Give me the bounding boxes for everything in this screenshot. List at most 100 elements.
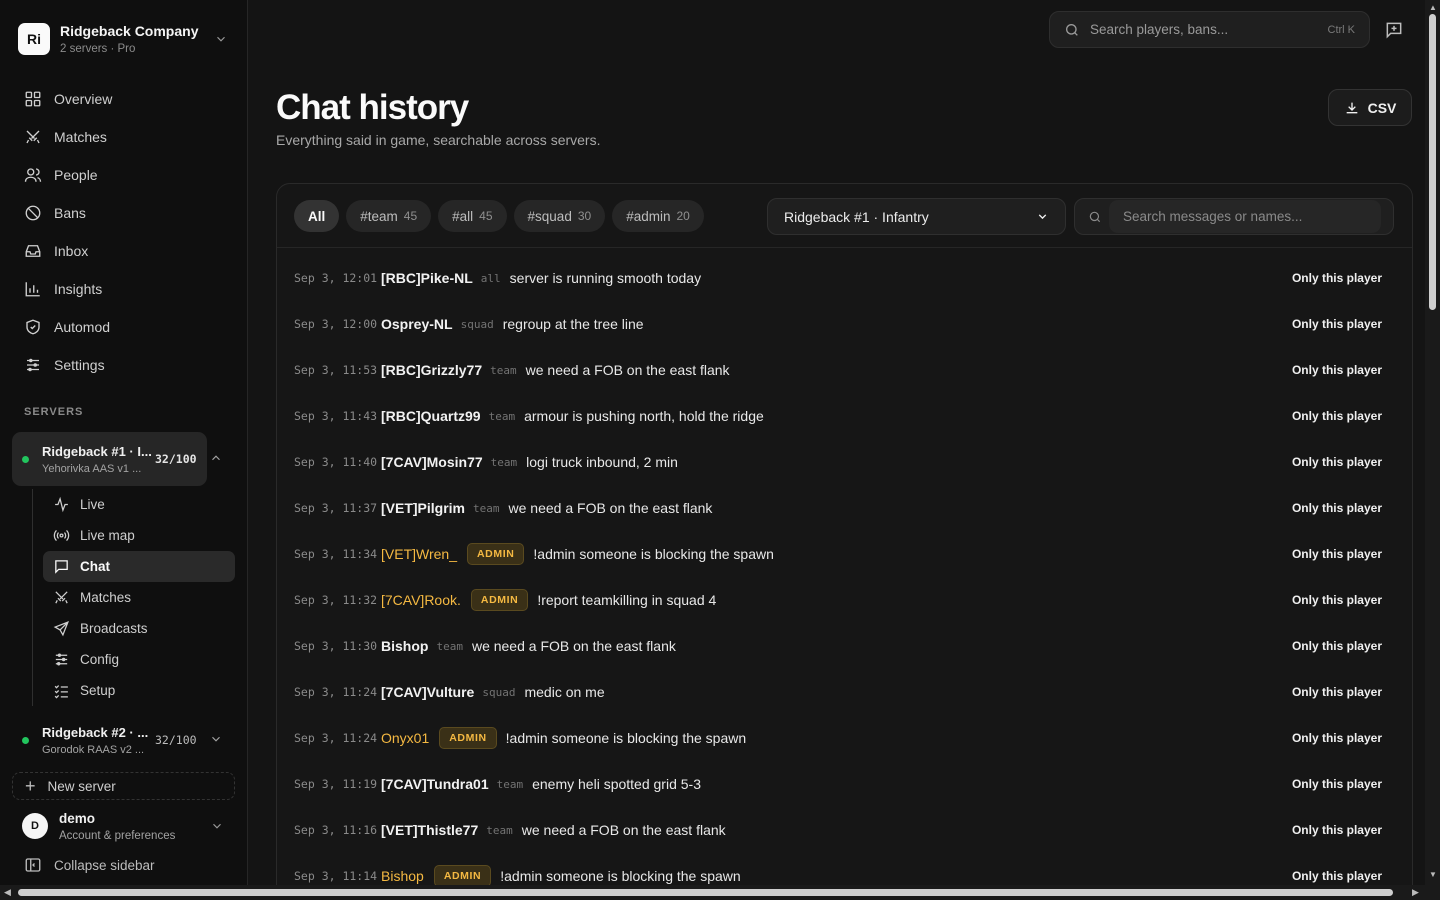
only-this-player-button[interactable]: Only this player: [1292, 823, 1382, 837]
scroll-down-arrow[interactable]: ▼: [1429, 870, 1437, 879]
nav-automod[interactable]: Automod: [12, 308, 236, 346]
user-menu[interactable]: D demo Account & preferences: [12, 806, 236, 846]
only-this-player-button[interactable]: Only this player: [1292, 363, 1382, 377]
subnav-live[interactable]: Live: [43, 489, 235, 520]
only-this-player-button[interactable]: Only this player: [1292, 869, 1382, 883]
admin-badge: ADMIN: [467, 543, 525, 565]
server-name: Ridgeback #1 · I...: [42, 443, 152, 459]
scroll-thumb[interactable]: [1429, 14, 1436, 310]
chip-label: #squad: [527, 208, 572, 224]
subnav-label: Live: [80, 497, 105, 512]
org-plan: 2 servers · Pro: [60, 43, 136, 55]
collapse-sidebar-button[interactable]: Collapse sidebar: [24, 856, 155, 874]
subnav-broadcasts[interactable]: Broadcasts: [43, 613, 235, 644]
only-this-player-button[interactable]: Only this player: [1292, 547, 1382, 561]
player-name-link[interactable]: [VET]Thistle77: [381, 822, 478, 838]
server-map: Gorodok RAAS v2 ...: [42, 743, 145, 756]
chat-message-row: Sep 3, 11:53 [RBC]Grizzly77 team we need a …: [277, 347, 1412, 393]
player-name-link[interactable]: [7CAV]Rook.: [381, 592, 461, 608]
message-text: !admin someone is blocking the spawn: [533, 546, 774, 562]
player-name-link[interactable]: [RBC]Quartz99: [381, 408, 481, 424]
server-ridgeback-2[interactable]: Ridgeback #2 · ... Gorodok RAAS v2 ... 3…: [12, 714, 236, 766]
nav-overview[interactable]: Overview: [12, 80, 236, 118]
only-this-player-button[interactable]: Only this player: [1292, 593, 1382, 607]
chat-message-row: Sep 3, 12:01 [RBC]Pike-NL all server is run…: [277, 255, 1412, 301]
nav-settings[interactable]: Settings: [12, 346, 236, 384]
radio-icon: [53, 530, 70, 541]
chevron-down-icon[interactable]: [208, 817, 226, 835]
vertical-scrollbar[interactable]: ▲ ▼: [1425, 0, 1440, 885]
only-this-player-button[interactable]: Only this player: [1292, 409, 1382, 423]
export-csv-button[interactable]: CSV: [1328, 89, 1412, 126]
only-this-player-button[interactable]: Only this player: [1292, 455, 1382, 469]
chat-message-row: Sep 3, 11:19 [7CAV]Tundra01 team enemy heli…: [277, 761, 1412, 807]
main-nav: Overview Matches People Bans Inbox Insig…: [12, 80, 236, 384]
player-name-link[interactable]: Osprey-NL: [381, 316, 453, 332]
subnav-config[interactable]: Config: [43, 644, 235, 675]
activity-icon: [55, 496, 68, 513]
message-timestamp: Sep 3, 11:24: [294, 731, 378, 745]
subnav-live-map[interactable]: Live map: [43, 520, 235, 551]
channel-tag: team: [486, 823, 513, 837]
only-this-player-button[interactable]: Only this player: [1292, 731, 1382, 745]
chevron-up-icon[interactable]: [209, 451, 225, 468]
org-switcher[interactable]: Ri Ridgeback Company 2 servers · Pro: [12, 12, 236, 66]
only-this-player-button[interactable]: Only this player: [1292, 271, 1382, 285]
server-ridgeback-1[interactable]: Ridgeback #1 · I... Yehorivka AAS v1 ...…: [12, 432, 236, 486]
new-server-button[interactable]: + New server: [12, 772, 235, 800]
chip-team[interactable]: #team 45: [346, 200, 432, 232]
player-name-link[interactable]: Bishop: [381, 868, 424, 884]
scroll-thumb[interactable]: [18, 889, 1393, 896]
subnav-label: Setup: [80, 683, 116, 698]
horizontal-scrollbar[interactable]: ◀ ▶: [0, 885, 1440, 900]
servers-section-label: SERVERS: [24, 406, 84, 418]
player-name-link[interactable]: [VET]Wren_: [381, 546, 457, 562]
server-select[interactable]: Ridgeback #1 · Infantry: [767, 198, 1066, 235]
chevron-down-icon: [1038, 214, 1047, 220]
player-name-link[interactable]: [RBC]Pike-NL: [381, 270, 473, 286]
collapse-label: Collapse sidebar: [54, 857, 155, 873]
global-search[interactable]: Search players, bans... Ctrl K: [1049, 11, 1370, 48]
scroll-right-arrow[interactable]: ▶: [1412, 887, 1419, 898]
subnav-setup[interactable]: Setup: [43, 675, 235, 706]
chip-count: 20: [676, 209, 690, 223]
chat-message-row: Sep 3, 12:00 Osprey-NL squad regroup at the…: [277, 301, 1412, 347]
only-this-player-button[interactable]: Only this player: [1292, 777, 1382, 791]
nav-insights[interactable]: Insights: [12, 270, 236, 308]
chevron-down-icon[interactable]: [209, 732, 225, 749]
message-text: armour is pushing north, hold the ridge: [524, 408, 764, 424]
player-name-link[interactable]: [RBC]Grizzly77: [381, 362, 482, 378]
only-this-player-button[interactable]: Only this player: [1292, 685, 1382, 699]
search-icon: [1089, 211, 1101, 222]
message-search-input[interactable]: [1109, 200, 1381, 233]
subnav-matches[interactable]: Matches: [43, 582, 235, 613]
player-name-link[interactable]: [7CAV]Tundra01: [381, 776, 489, 792]
nav-people[interactable]: People: [12, 156, 236, 194]
message-timestamp: Sep 3, 11:14: [294, 869, 378, 883]
only-this-player-button[interactable]: Only this player: [1292, 501, 1382, 515]
chip-all[interactable]: All: [294, 200, 340, 232]
message-timestamp: Sep 3, 11:32: [294, 593, 378, 607]
subnav-chat[interactable]: Chat: [43, 551, 235, 582]
chip-admin[interactable]: #admin 20: [612, 200, 704, 232]
feedback-icon[interactable]: [1384, 20, 1404, 40]
scroll-up-arrow[interactable]: ▲: [1429, 3, 1437, 12]
message-timestamp: Sep 3, 12:01: [294, 271, 378, 285]
server-subnav: Live Live map Chat Matches Broadcasts Co…: [43, 489, 235, 706]
nav-matches[interactable]: Matches: [12, 118, 236, 156]
player-name-link[interactable]: [7CAV]Mosin77: [381, 454, 483, 470]
chip-squad[interactable]: #squad 30: [513, 200, 606, 232]
player-name-link[interactable]: [7CAV]Vulture: [381, 684, 474, 700]
chip-all-channel[interactable]: #all 45: [438, 200, 507, 232]
player-name-link[interactable]: Bishop: [381, 638, 428, 654]
scroll-left-arrow[interactable]: ◀: [4, 887, 11, 898]
nav-bans[interactable]: Bans: [12, 194, 236, 232]
chart-icon: [25, 282, 40, 297]
player-name-link[interactable]: Onyx01: [381, 730, 429, 746]
only-this-player-button[interactable]: Only this player: [1292, 317, 1382, 331]
only-this-player-button[interactable]: Only this player: [1292, 639, 1382, 653]
nav-inbox[interactable]: Inbox: [12, 232, 236, 270]
chevron-down-icon[interactable]: [212, 30, 230, 48]
chip-label: All: [308, 208, 326, 224]
player-name-link[interactable]: [VET]Pilgrim: [381, 500, 465, 516]
